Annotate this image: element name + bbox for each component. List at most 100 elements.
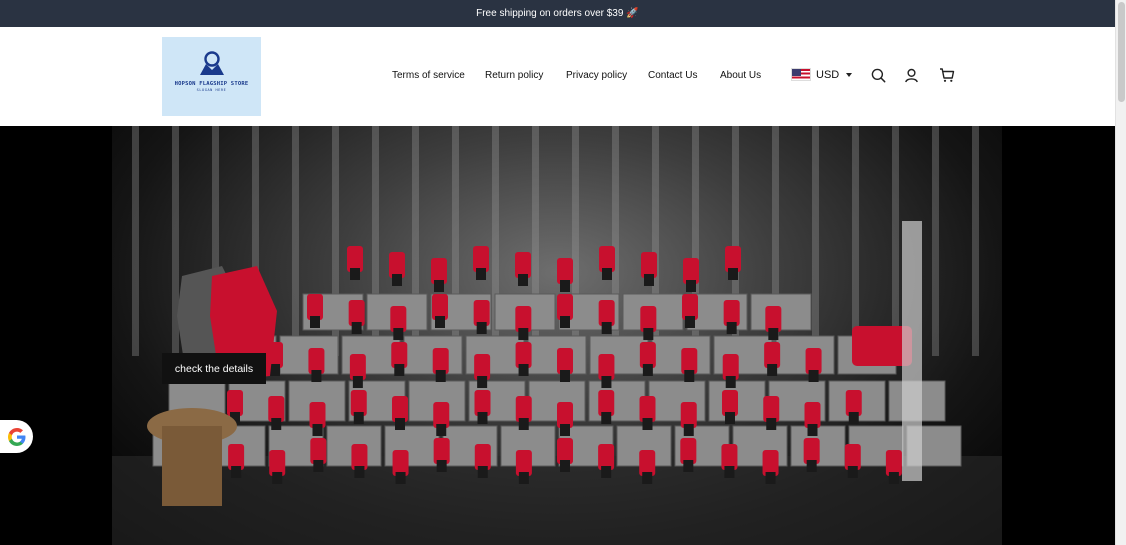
wall-stud [812,126,819,356]
tool-battery [395,418,405,430]
wall-stud [892,126,899,356]
cinder-block [588,380,646,422]
cinder-block [732,425,788,467]
tool-battery [476,322,487,334]
tool-battery [642,364,653,376]
tool-battery [313,460,324,472]
logo-slogan-text: SLOGAN HERE [196,88,227,92]
hero-tools-illustration [112,126,1002,545]
tool-battery [601,322,612,334]
wall-stud [132,126,139,356]
tool-battery [395,472,406,484]
tool-battery [311,370,322,382]
wall-stud [292,126,299,356]
tool-battery [808,370,819,382]
tool-battery [435,316,445,328]
tool-battery [518,274,528,286]
hero-banner: check the details [0,126,1115,545]
tool-battery [518,472,529,484]
tool-battery [434,280,444,292]
tool-battery [683,460,694,472]
tool-battery [726,322,737,334]
tool-battery [601,412,612,424]
tool-battery [686,280,696,292]
tool-battery [768,328,779,340]
tool-battery [477,466,488,478]
tool-battery [350,268,360,280]
tool-battery [602,268,612,280]
cinder-block [775,335,835,375]
page-scrollbar[interactable] [1115,0,1126,545]
currency-selector[interactable]: USD [791,68,853,81]
tool-battery [642,418,653,430]
tool-battery [807,424,818,436]
nav-privacy-policy[interactable]: Privacy policy [566,70,627,81]
tool-battery [271,418,282,430]
nav-terms-of-service[interactable]: Terms of service [392,70,465,81]
cinder-block [713,335,773,375]
light-tripod [902,221,922,481]
tool-battery [477,412,488,424]
nav-about-us[interactable]: About Us [720,70,761,81]
tool-battery [684,370,695,382]
wall-stud [972,126,979,356]
tool-battery [312,424,323,436]
tool-battery [560,370,570,382]
tool-battery [847,466,858,478]
wall-stud [852,126,859,356]
floor [112,456,1002,545]
tool-battery [601,466,612,478]
tool-battery [642,472,653,484]
tool-battery [644,274,654,286]
tool-battery [806,460,817,472]
tool-battery [436,460,447,472]
tool-battery [601,376,612,388]
currency-code: USD [816,68,840,81]
tool-battery [476,268,486,280]
tool-battery [354,466,365,478]
tool-battery [643,328,654,340]
wood-spool-body [162,426,222,506]
tool-battery [435,370,446,382]
tool-battery [888,472,899,484]
tool-battery [231,466,242,478]
tool-battery [353,412,364,424]
tool-battery [270,364,280,376]
account-icon[interactable] [903,67,919,83]
google-badge-icon[interactable] [0,420,33,453]
tool-battery [272,472,283,484]
search-icon[interactable] [870,67,886,83]
tool-battery [518,364,529,376]
scrollbar-thumb[interactable] [1118,2,1125,102]
check-details-button[interactable]: check the details [162,353,266,384]
tool-battery [724,466,735,478]
tool-battery [848,412,859,424]
tool-battery [683,424,694,436]
tool-battery [518,418,529,430]
tool-battery [560,316,570,328]
tool-battery [560,460,570,472]
cart-icon[interactable] [939,67,955,83]
caret-down-icon [846,72,853,77]
tool-battery [477,376,488,388]
announcement-text: Free shipping on orders over $39 [476,8,624,19]
tool-battery [351,322,362,334]
logo-brand-text: HOPSON FLAGSHIP STORE [174,81,249,87]
page: Free shipping on orders over $39 🚀 HOPSO… [0,0,1126,545]
cinder-block [651,335,711,375]
tool-battery [728,268,738,280]
nav-return-policy[interactable]: Return policy [485,70,543,81]
tool-battery [725,376,736,388]
hero-tools-image [112,126,1002,545]
tool-battery [767,364,778,376]
tool-battery [393,328,404,340]
tool-battery [394,364,405,376]
tool-battery [560,424,570,436]
tool-battery [392,274,402,286]
store-logo[interactable]: HOPSON FLAGSHIP STORE SLOGAN HERE [162,37,261,116]
us-flag-icon [791,68,811,81]
tool-battery [310,316,320,328]
announcement-bar: Free shipping on orders over $39 🚀 [0,0,1115,27]
tool-battery [725,412,735,424]
nav-contact-us[interactable]: Contact Us [648,70,697,81]
